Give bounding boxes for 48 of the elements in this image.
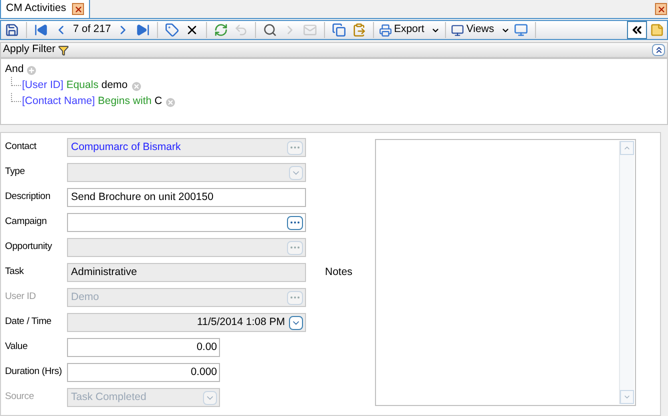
input-field[interactable]: Compumarc of Bismark bbox=[67, 138, 306, 157]
filter-condition[interactable]: [User ID] Equals demo bbox=[22, 78, 128, 94]
field-label: Value bbox=[5, 340, 29, 354]
ellipsis-icon bbox=[290, 221, 300, 224]
views-menu[interactable]: Views bbox=[450, 22, 512, 38]
filter-title: Apply Filter bbox=[3, 42, 56, 58]
input-field[interactable] bbox=[67, 238, 306, 257]
field-label: Campaign bbox=[5, 215, 48, 230]
double-chevron-icon bbox=[654, 45, 664, 55]
field-label: Date / Time bbox=[5, 315, 52, 330]
filter-condition[interactable]: [Contact Name] Begins with C bbox=[22, 94, 162, 110]
close-icon[interactable] bbox=[655, 3, 667, 15]
double-chevron-icon bbox=[630, 23, 644, 37]
input-field[interactable]: Administrative bbox=[67, 263, 306, 282]
printer-icon bbox=[378, 24, 392, 36]
collapse-button[interactable] bbox=[627, 21, 647, 39]
monitor-icon bbox=[451, 24, 464, 36]
field-label: Contact bbox=[5, 140, 38, 154]
remove-condition-icon[interactable] bbox=[166, 98, 176, 106]
record-position: 7 of 217 bbox=[73, 22, 111, 38]
tab[interactable]: CM Activities bbox=[0, 0, 90, 18]
close-icon[interactable] bbox=[72, 3, 84, 15]
filter-operator[interactable]: And bbox=[5, 62, 24, 78]
notes-label: Notes bbox=[325, 264, 352, 280]
remove-condition-icon[interactable] bbox=[132, 82, 141, 90]
dropdown-button[interactable] bbox=[289, 316, 303, 330]
field-label: Source bbox=[5, 390, 35, 404]
add-condition-icon[interactable] bbox=[26, 66, 36, 74]
input-field[interactable]: Send Brochure on unit 200150 bbox=[67, 188, 306, 207]
field-label: User ID bbox=[5, 290, 37, 304]
ellipsis-icon bbox=[290, 296, 300, 299]
ellipsis-icon bbox=[290, 146, 300, 149]
export-menu[interactable]: Export bbox=[378, 22, 442, 38]
field-label: Opportunity bbox=[5, 240, 53, 254]
ellipsis-icon bbox=[290, 246, 300, 249]
field-label: Description bbox=[5, 190, 52, 204]
input-field[interactable] bbox=[67, 163, 306, 182]
filter-icon[interactable] bbox=[58, 44, 69, 56]
field-label: Task bbox=[5, 265, 25, 280]
input-field[interactable]: 0.00 bbox=[67, 338, 220, 357]
field-label: Duration (Hrs) bbox=[5, 365, 63, 380]
collapse-button[interactable] bbox=[652, 44, 665, 56]
field-label: Type bbox=[5, 165, 26, 180]
input-field[interactable]: 0.000 bbox=[67, 363, 220, 382]
input-field[interactable]: 11/5/2014 1:08 PM bbox=[67, 313, 306, 332]
browse-button[interactable] bbox=[287, 216, 303, 230]
input-field[interactable] bbox=[67, 213, 306, 232]
notes-field[interactable] bbox=[375, 139, 636, 406]
